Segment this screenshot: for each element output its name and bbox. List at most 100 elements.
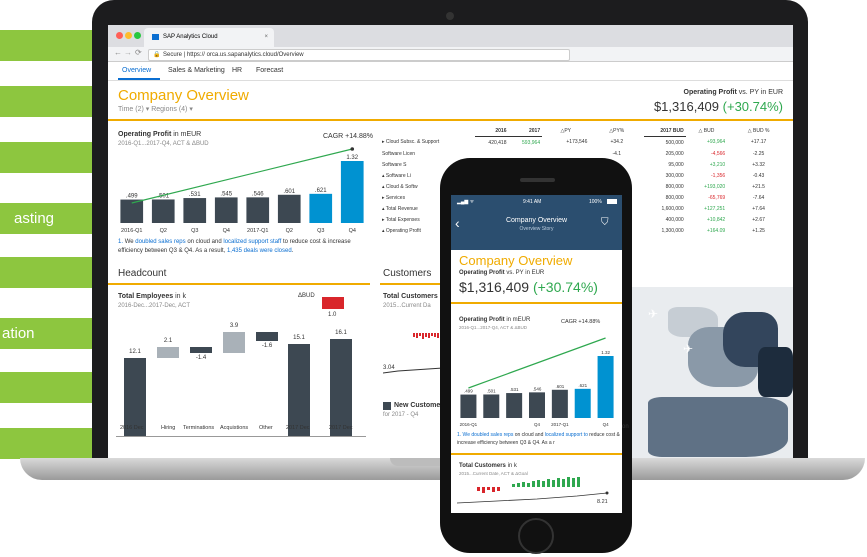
side-tab-8[interactable] [0,428,100,459]
tab-forecast[interactable]: Forecast [256,67,283,74]
waterfall-label: 2017 Dec [329,425,353,431]
phone-bar-value: 1.32 [601,350,610,355]
filter-bar[interactable]: Time (2) ▾ Regions (4) ▾ [118,105,193,113]
footnote-text: on cloud and [187,239,222,245]
kpi-label: Operating Profit vs. PY in EUR [684,89,783,96]
pl-cell: +193,020 [704,183,726,190]
customers-map[interactable]: ✈ ✈ [628,287,793,458]
pl-cell: 800,000 [665,194,684,201]
filter-icon[interactable]: ⛉ [601,217,609,228]
minimize-window-icon[interactable] [125,32,132,39]
phone-chart-title: Operating Profit in mEUR [459,317,530,323]
back-icon[interactable]: ← [114,48,122,57]
peek-label: on [622,424,629,430]
side-tab-label: asting [14,210,55,227]
tab-overview[interactable]: Overview [122,67,151,74]
airplane-icon: ✈ [683,342,694,356]
phone-kpi-label: Operating Profit vs. PY in EUR [459,270,544,276]
phone-footnote: 1. We doubled sales reps on cloud and lo… [457,431,622,447]
browser-tab[interactable]: SAP Analytics Cloud × [144,28,274,47]
op-bar [214,197,238,223]
headcount-title: Total Employees in k [118,293,186,300]
waterfall-value: -1.4 [195,355,207,361]
phone-header-subtitle: Overview Story [519,226,554,232]
home-button[interactable] [518,518,554,554]
phone-bar [506,393,523,418]
pl-cell: -4,566 [710,150,726,157]
tab-sales-marketing[interactable]: Sales & Marketing [168,67,225,74]
pl-cell: 593,964 [522,139,541,146]
side-tab-collaboration[interactable]: ation [0,318,100,349]
op-chart-title-rest: in mEUR [173,131,202,138]
phone-bar [460,394,477,418]
waterfall-bar-terminations [190,347,212,353]
pl-cell: +34.2 [610,139,624,146]
customers-section-title: Customers [383,268,432,279]
pl-header-row: 2016 2017 △PY △PY% 2017 BUD △ BUD △ BUD … [380,125,790,137]
phone-footnote-text: on cloud and [514,432,544,438]
pl-cell: 300,000 [665,172,684,179]
op-x-label: Q2 [286,228,293,234]
phone-kpi-label-rest: vs. PY in EUR [506,270,545,276]
phone-kpi-value: $1,316,409 [459,279,530,295]
waterfall-label: Other [259,425,273,431]
headcount-subtitle: 2016-Dec...2017-Dec, ACT [118,303,191,309]
signal-icon: ▂▄▆ ᯤ [457,199,475,205]
footnote-link-sales-reps[interactable]: doubled sales reps [135,239,185,245]
phone-x-label: Q4 [534,422,541,427]
active-tab-indicator [118,78,160,80]
side-tab-1[interactable] [0,30,100,61]
legend-swatch [383,402,391,410]
phone-bar-value: .531 [510,387,519,392]
op-x-label: Q3 [191,228,198,234]
battery-label: 100% [589,199,602,205]
op-chart-title-bold: Operating Profit [118,131,172,138]
waterfall-axis [116,436,366,437]
pl-col-dpy: △PY [560,127,571,134]
phone-speaker [520,178,555,182]
phone-cust-title-bold: Total Customers [459,463,506,469]
phone-cust-title-rest: in k [507,463,517,469]
kpi-label-rest: vs. PY in EUR [738,89,783,96]
address-bar: ← → ⟳ 🔒 Secure | https:// orca.us.sapana… [108,47,793,62]
tab-hr[interactable]: HR [232,67,242,74]
pl-col-dbudp: △ BUD % [747,127,770,134]
pl-cell: 800,000 [665,183,684,190]
pl-col-2016: 2016 [474,125,509,137]
pl-cell: -7.64 [752,194,765,201]
phone-footnote-link[interactable]: localized support to [545,432,588,438]
forward-icon[interactable]: → [124,48,132,57]
pl-row[interactable]: ▸ Cloud Subsc. & Support 420,418 593,964 +1… [380,137,790,149]
maximize-window-icon[interactable] [134,32,141,39]
footnote-text: . [291,248,294,254]
phone-footnote-link[interactable]: doubled sales reps [471,432,513,438]
phone-chart-title-rest: in mEUR [506,317,531,323]
waterfall-label: Acquistions [220,425,249,431]
side-tab-forecasting[interactable]: asting [0,203,100,234]
phone-chart-title-bold: Operating Profit [459,317,505,323]
close-tab-icon[interactable]: × [264,28,268,47]
side-tab-7[interactable] [0,372,100,403]
op-x-label: Q2 [160,228,167,234]
phone-x-label: Q4 [603,422,610,427]
waterfall-value: 16.1 [335,330,347,336]
close-window-icon[interactable] [116,32,123,39]
phone-bar [529,392,545,418]
side-tab-3[interactable] [0,142,100,173]
headcount-section-title: Headcount [118,268,167,279]
camera-icon [446,12,454,20]
side-tab-2[interactable] [0,86,100,117]
side-tab-5[interactable] [0,257,100,288]
op-x-label: Q4 [349,228,356,234]
phone-footnote-number: 1. We [457,432,470,438]
url-field[interactable]: 🔒 Secure | https:// orca.us.sapanalytics… [148,49,570,61]
footnote-link-support-staff[interactable]: localized support staff [223,239,281,245]
customers-value: 3.04 [383,365,395,371]
op-bar-value: .499 [126,194,138,200]
op-bar-value: .601 [283,189,295,195]
footnote-link-deals[interactable]: 1,435 deals were closed [227,248,292,254]
phone-divider [451,302,622,304]
pl-cell: +17.17 [750,139,767,146]
waterfall-value: 3.9 [229,323,239,329]
reload-icon[interactable]: ⟳ [135,48,142,57]
